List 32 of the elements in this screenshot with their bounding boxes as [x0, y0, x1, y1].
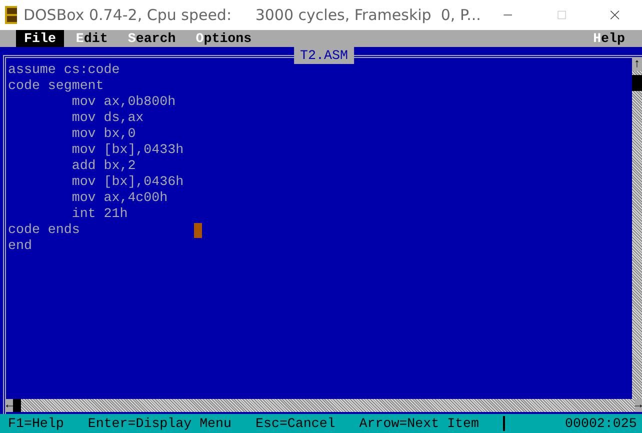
cursor-position: 00002:025 — [503, 416, 637, 431]
code-line: mov ax,4c00h — [70, 190, 168, 205]
code-line: int 21h — [70, 206, 128, 221]
code-line: code segment — [8, 78, 104, 93]
vertical-scrollbar[interactable]: ↑ — [632, 58, 642, 399]
code-line: mov [bx],0436h — [70, 174, 184, 189]
maximize-icon — [556, 8, 566, 22]
code-line: code ends — [8, 222, 80, 237]
menu-item[interactable]: Options — [188, 30, 260, 47]
horizontal-scrollbar[interactable]: ← → — [6, 399, 642, 412]
file-title: T2.ASM — [294, 47, 354, 64]
key-hint: F1=Help — [8, 416, 64, 431]
close-icon[interactable] — [610, 8, 620, 22]
menu-item[interactable]: File — [16, 30, 64, 47]
code-line: assume cs:code — [8, 62, 120, 77]
menu-item[interactable]: Search — [120, 30, 184, 47]
key-hint: Arrow=Next Item — [359, 416, 479, 431]
menu-item[interactable]: Help — [585, 30, 633, 47]
code-line: mov ax,0b800h — [70, 94, 176, 109]
code-line: mov [bx],0433h — [70, 142, 184, 157]
text-cursor — [194, 223, 202, 238]
code-line: add bx,2 — [70, 158, 136, 173]
code-line: mov bx,0 — [70, 126, 136, 141]
app-logo-icon — [5, 6, 18, 24]
scroll-thumb[interactable] — [13, 399, 22, 412]
scroll-thumb[interactable] — [632, 75, 642, 91]
key-hint: Enter=Display Menu — [88, 416, 232, 431]
menu-item[interactable]: Edit — [68, 30, 116, 47]
window-title: DOSBox 0.74-2, Cpu speed: 3000 cycles, Frameskip 0, P... — [23, 6, 481, 24]
code-line: end — [8, 238, 32, 253]
key-hint: Esc=Cancel — [256, 416, 336, 431]
code-line: mov ds,ax — [70, 110, 144, 125]
